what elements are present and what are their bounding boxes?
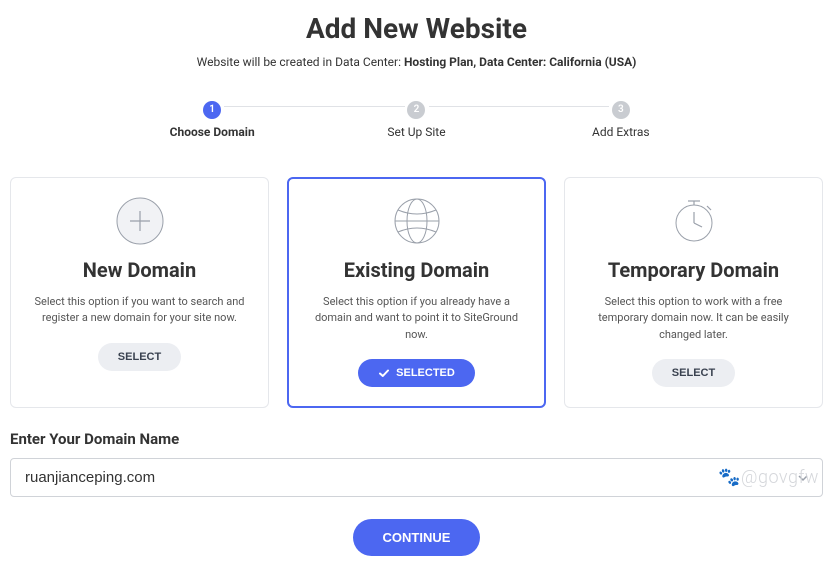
card-title: Temporary Domain bbox=[581, 258, 806, 282]
selected-label: SELECTED bbox=[396, 367, 455, 379]
plus-circle-icon bbox=[27, 196, 252, 246]
page-title: Add New Website bbox=[10, 12, 823, 45]
step-label: Set Up Site bbox=[314, 125, 518, 139]
watermark-text: @govgfw bbox=[741, 467, 819, 488]
step-set-up-site[interactable]: 2 Set Up Site bbox=[314, 97, 518, 139]
card-new-domain[interactable]: New Domain Select this option if you wan… bbox=[10, 177, 269, 409]
stepper-line bbox=[224, 106, 404, 107]
card-desc: Select this option if you already have a… bbox=[304, 294, 529, 344]
stepper-line bbox=[429, 106, 609, 107]
step-add-extras[interactable]: 3 Add Extras bbox=[519, 97, 723, 139]
card-existing-domain[interactable]: Existing Domain Select this option if yo… bbox=[287, 177, 546, 409]
select-button[interactable]: SELECT bbox=[652, 359, 735, 387]
subtitle-prefix: Website will be created in Data Center: bbox=[197, 55, 404, 69]
domain-input-wrap bbox=[10, 458, 823, 497]
option-cards: New Domain Select this option if you wan… bbox=[10, 177, 823, 409]
select-button[interactable]: SELECT bbox=[98, 343, 181, 371]
step-number: 2 bbox=[407, 101, 425, 119]
subtitle-bold: Hosting Plan, Data Center: California (U… bbox=[404, 55, 636, 69]
step-label: Add Extras bbox=[519, 125, 723, 139]
card-desc: Select this option to work with a free t… bbox=[581, 294, 806, 344]
paw-icon: 🐾 bbox=[718, 467, 741, 488]
step-choose-domain[interactable]: 1 Choose Domain bbox=[110, 97, 314, 139]
step-label: Choose Domain bbox=[110, 125, 314, 139]
continue-button[interactable]: CONTINUE bbox=[353, 519, 481, 556]
selected-button[interactable]: SELECTED bbox=[358, 359, 475, 387]
domain-section-label: Enter Your Domain Name bbox=[10, 430, 823, 448]
watermark: 🐾@govgfw bbox=[718, 467, 819, 488]
card-title: New Domain bbox=[27, 258, 252, 282]
clock-icon bbox=[581, 196, 806, 246]
stepper: 1 Choose Domain 2 Set Up Site 3 Add Extr… bbox=[110, 97, 723, 139]
card-title: Existing Domain bbox=[304, 258, 529, 282]
check-icon bbox=[378, 367, 390, 379]
domain-input[interactable] bbox=[10, 458, 823, 497]
data-center-subtitle: Website will be created in Data Center: … bbox=[10, 55, 823, 69]
step-number: 1 bbox=[203, 101, 221, 119]
globe-icon bbox=[304, 196, 529, 246]
card-temporary-domain[interactable]: Temporary Domain Select this option to w… bbox=[564, 177, 823, 409]
step-number: 3 bbox=[612, 101, 630, 119]
card-desc: Select this option if you want to search… bbox=[27, 294, 252, 327]
